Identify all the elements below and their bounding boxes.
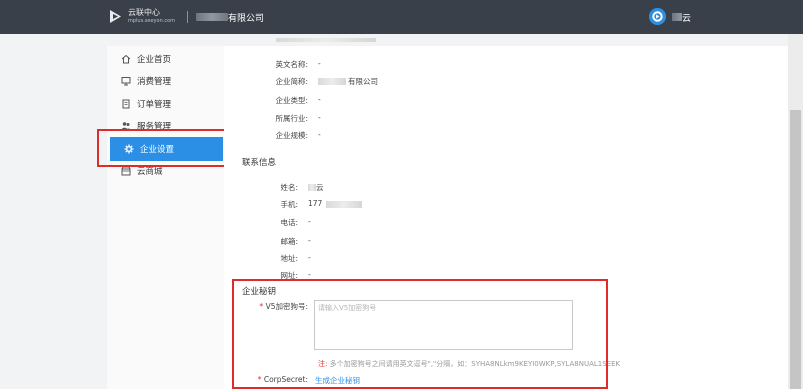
field-label: 所属行业: <box>275 114 308 123</box>
sidebar-item-label: 企业首页 <box>137 55 172 65</box>
field-label: 企业规模: <box>275 131 308 140</box>
avatar[interactable] <box>649 8 666 25</box>
field-label: 手机: <box>280 200 298 209</box>
logo-title: 云联中心 <box>128 8 160 17</box>
document-icon <box>121 99 131 109</box>
highlight-box-settings <box>97 129 235 167</box>
field-label: 姓名: <box>280 183 298 192</box>
sidebar-item-label: 消费管理 <box>137 77 172 87</box>
logo-icon <box>110 10 121 23</box>
field-value: - <box>318 130 321 139</box>
field-value: - <box>318 59 321 68</box>
highlight-box-secret <box>232 279 608 389</box>
field-label: 地址: <box>280 254 298 263</box>
logo[interactable]: 云联中心 mplus.seeyon.com <box>128 9 175 24</box>
company-name-redacted <box>196 13 228 21</box>
field-value-redacted <box>318 76 346 85</box>
cut-off-row <box>276 38 396 46</box>
company-name: 有限公司 <box>228 14 265 24</box>
field-value: - <box>308 253 311 262</box>
header-divider <box>187 11 188 23</box>
user-name-redacted <box>672 13 682 21</box>
field-label: 企业类型: <box>275 96 308 105</box>
top-bar: 云联中心 mplus.seeyon.com 有限公司 云 <box>0 0 803 34</box>
sidebar-item-label: 订单管理 <box>137 100 172 110</box>
scrollbar[interactable] <box>788 34 803 389</box>
sidebar: 企业首页 消费管理 订单管理 服务管理 企业设置 云商城 <box>107 46 224 389</box>
user-name[interactable]: 云 <box>682 11 691 24</box>
contact-section-title: 联系信息 <box>242 158 277 168</box>
field-value: - <box>308 270 311 279</box>
field-value: 云 <box>316 183 324 192</box>
scrollbar-thumb[interactable] <box>790 110 801 389</box>
field-label: 电话: <box>280 218 298 227</box>
field-value: - <box>308 217 311 226</box>
sidebar-item-orders[interactable]: 订单管理 <box>107 93 224 115</box>
sidebar-item-consumption[interactable]: 消费管理 <box>107 70 224 92</box>
field-value: - <box>318 113 321 122</box>
sidebar-item-home[interactable]: 企业首页 <box>107 48 224 70</box>
field-label: 英文名称: <box>275 60 308 69</box>
field-value: - <box>318 95 321 104</box>
field-value: - <box>308 236 311 245</box>
home-icon <box>121 54 131 64</box>
logo-subtitle: mplus.seeyon.com <box>128 18 176 24</box>
field-value: 177 <box>308 199 323 208</box>
field-value: 有限公司 <box>348 77 378 86</box>
monitor-icon <box>121 76 131 86</box>
field-value-redacted <box>326 199 362 208</box>
store-icon <box>121 166 131 176</box>
field-label: 企业简称: <box>275 77 308 86</box>
field-value-redacted <box>308 182 316 191</box>
field-label: 邮箱: <box>280 237 298 246</box>
